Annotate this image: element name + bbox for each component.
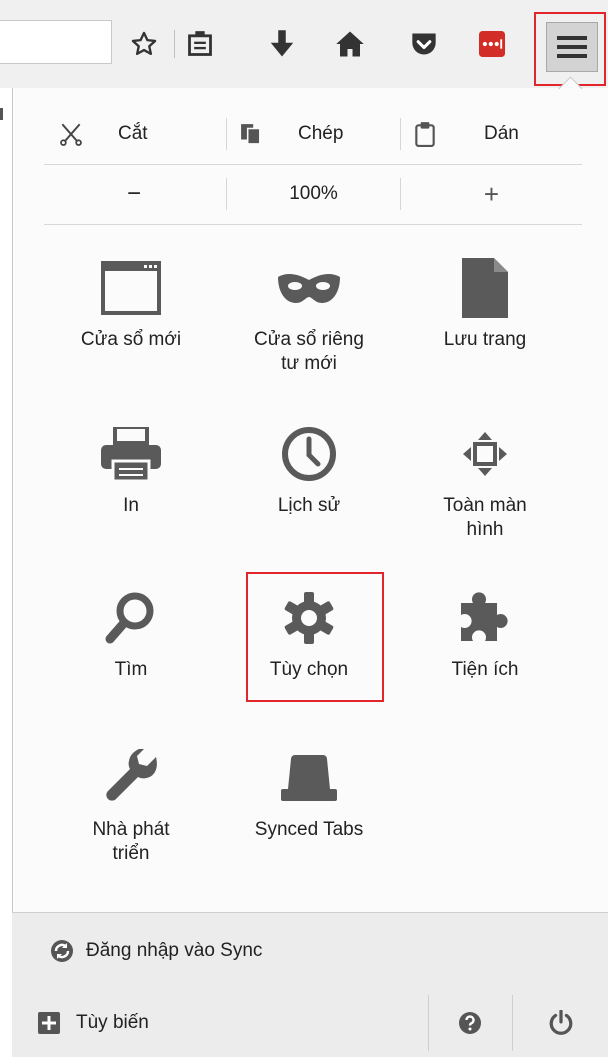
developer-wrench-icon [106,749,157,801]
sign-in-sync-button[interactable]: Đăng nhập vào Sync [12,912,608,990]
save-page-label: Lưu trang [443,329,527,350]
menu-footer: Tùy biến [12,989,608,1057]
private-window-label: Cửa sổ riêng tư mới [254,329,364,374]
sync-label: Đăng nhập vào Sync [86,940,263,961]
print-button[interactable]: In [46,418,216,518]
developer-label: Nhà phát triển [92,819,170,864]
url-bar[interactable] [0,20,112,64]
save-page-icon [462,258,508,318]
separator [400,118,401,150]
cut-button[interactable]: Cắt [58,104,218,164]
download-icon[interactable] [262,24,302,64]
copy-label: Chép [298,123,344,144]
scissors-icon [60,123,82,146]
addons-puzzle-icon [461,592,508,641]
navigation-toolbar [0,0,608,88]
pocket-icon[interactable] [404,24,444,64]
find-label: Tìm [114,659,148,680]
home-icon[interactable] [330,24,370,64]
print-icon [101,427,161,481]
cut-label: Cắt [118,123,148,144]
separator [226,118,227,150]
addons-label: Tiện ích [451,659,519,680]
options-highlight-box [246,572,384,702]
sync-icon [51,940,73,962]
edit-controls: Cắt Chép Dán [44,104,582,165]
history-clock-icon [282,427,336,481]
history-button[interactable]: Lịch sử [224,418,394,518]
plus-square-icon [38,1012,60,1034]
zoom-reset-button[interactable]: 100% [227,164,400,224]
save-page-button[interactable]: Lưu trang [400,252,570,352]
zoom-in-button[interactable]: + [401,164,582,224]
customize-button[interactable]: Tùy biến [12,989,412,1057]
find-icon [105,592,154,644]
private-window-button[interactable]: Cửa sổ riêng tư mới [224,252,394,376]
paste-label: Dán [484,123,519,144]
customize-label: Tùy biến [76,1012,149,1033]
page-edge-mark [0,108,3,120]
lastpass-icon[interactable] [472,24,512,64]
synced-tabs-button[interactable]: Synced Tabs [224,742,394,842]
paste-button[interactable]: Dán [414,104,574,164]
reading-list-icon[interactable] [180,24,220,64]
power-icon [549,1010,572,1035]
fullscreen-label: Toàn màn hình [443,495,527,540]
star-icon[interactable] [124,24,164,64]
fullscreen-icon [463,432,507,476]
quit-button[interactable] [513,989,608,1057]
new-window-icon [101,261,161,315]
synced-tabs-icon [281,755,337,801]
find-button[interactable]: Tìm [46,582,216,682]
copy-button[interactable]: Chép [240,104,400,164]
private-mask-icon [278,273,340,303]
zoom-controls: − 100% + [44,164,582,225]
copy-icon [241,124,261,145]
developer-button[interactable]: Nhà phát triển [46,742,216,866]
toolbar-separator [174,30,175,58]
menu-icon[interactable] [546,22,598,72]
new-window-button[interactable]: Cửa sổ mới [46,252,216,352]
new-window-label: Cửa sổ mới [80,329,182,350]
zoom-out-button[interactable]: − [44,164,224,224]
history-label: Lịch sử [277,495,341,516]
help-button[interactable] [429,989,511,1057]
print-label: In [123,495,139,516]
fullscreen-button[interactable]: Toàn màn hình [400,418,570,542]
synced-tabs-label: Synced Tabs [254,819,364,840]
addons-button[interactable]: Tiện ích [400,582,570,682]
clipboard-icon [415,122,435,147]
help-icon [459,1012,481,1034]
